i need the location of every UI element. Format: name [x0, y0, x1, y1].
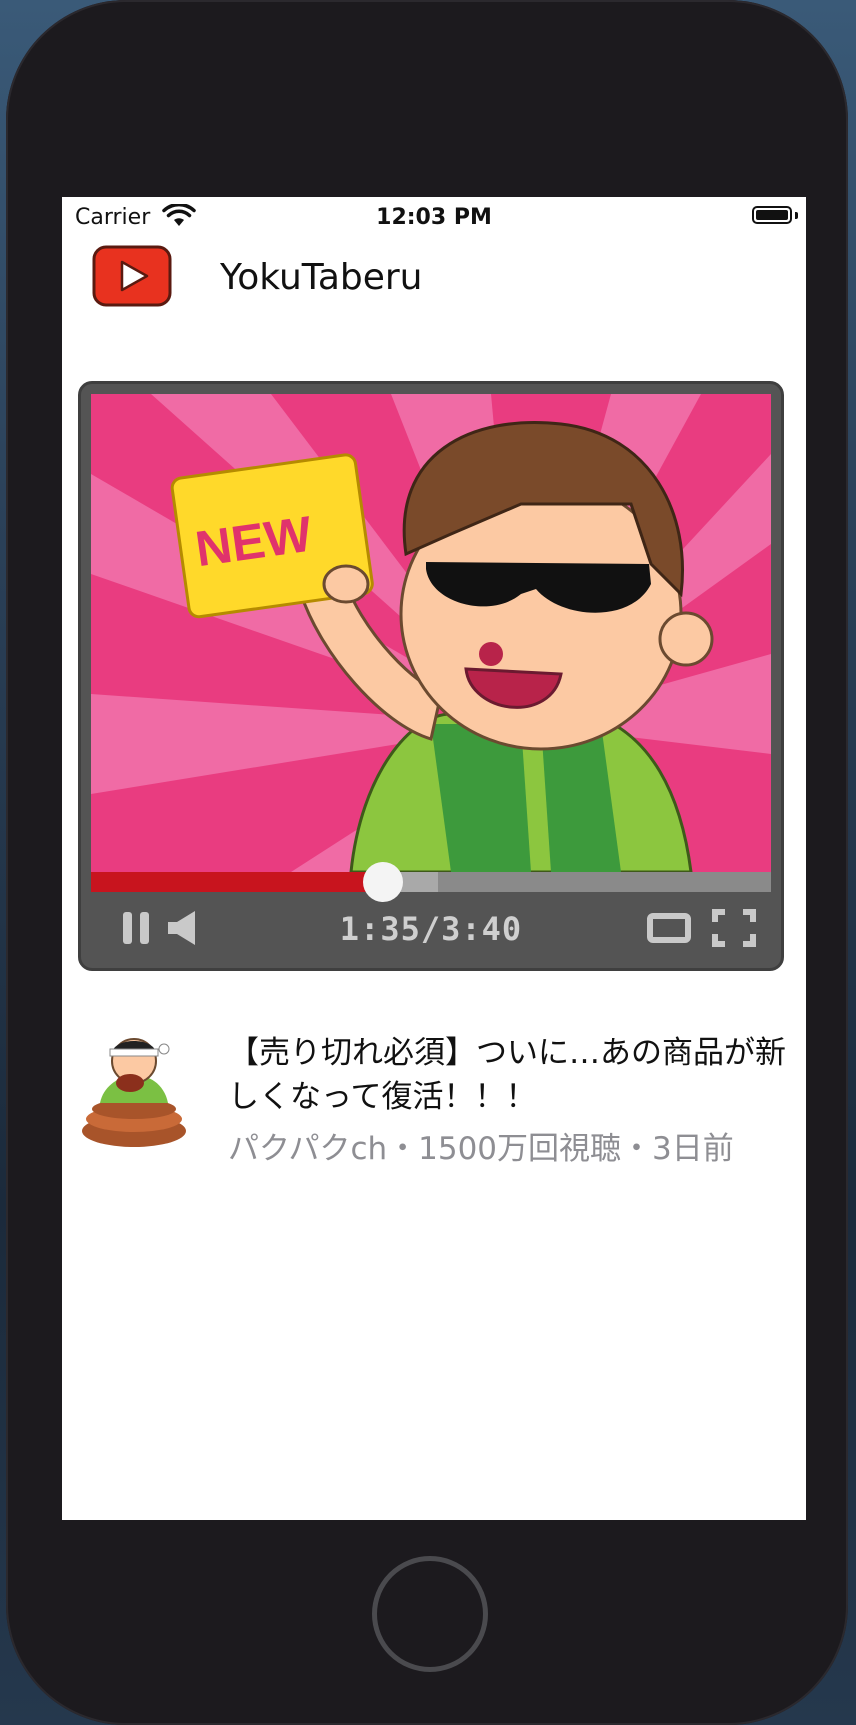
app-screen: Carrier 12:03 PM YokuTaberu NEW 1:35/3:4…	[62, 197, 806, 1520]
video-title[interactable]: 【売り切れ必須】ついに…あの商品が新しくなって復活！！！	[228, 1031, 806, 1119]
status-bar: Carrier 12:03 PM	[62, 197, 806, 237]
status-time: 12:03 PM	[376, 205, 492, 230]
video-thumbnail[interactable]: NEW	[91, 394, 771, 872]
theater-icon[interactable]	[646, 908, 692, 948]
progress-fill	[91, 872, 384, 892]
fullscreen-icon[interactable]	[711, 908, 757, 948]
video-meta: パクパクch・1500万回視聴・3日前	[228, 1131, 734, 1167]
app-title: YokuTaberu	[220, 257, 423, 298]
battery-icon	[752, 206, 792, 224]
home-button[interactable]	[372, 1556, 488, 1672]
channel-avatar-icon[interactable]	[78, 1031, 190, 1151]
play-logo-icon[interactable]	[92, 245, 172, 307]
video-list-item[interactable]: 【売り切れ必須】ついに…あの商品が新しくなって復活！！！ パクパクch・1500…	[78, 1031, 798, 1171]
phone-frame: Carrier 12:03 PM YokuTaberu NEW 1:35/3:4…	[6, 0, 848, 1725]
video-player[interactable]: NEW 1:35/3:40	[78, 381, 784, 971]
player-controls: 1:35/3:40	[91, 896, 771, 960]
app-header: YokuTaberu	[92, 245, 792, 309]
progress-bar[interactable]	[91, 862, 771, 902]
